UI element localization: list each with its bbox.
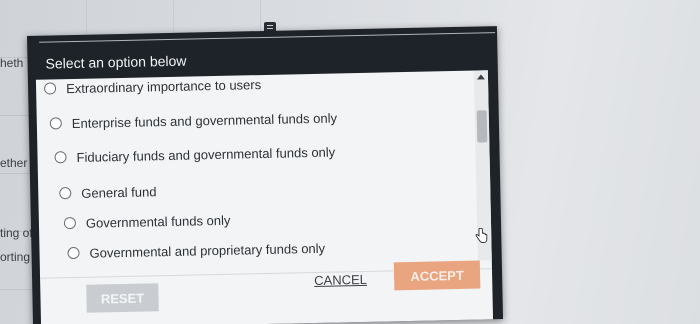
radio-icon[interactable] xyxy=(59,187,72,200)
cancel-button[interactable]: CANCEL xyxy=(310,267,371,292)
option-label: Fiduciary funds and governmental funds o… xyxy=(76,144,336,165)
hand-cursor-icon xyxy=(475,228,488,243)
background-text-fragment: ether xyxy=(0,156,28,170)
option-label: Extraordinary importance to users xyxy=(65,76,262,96)
radio-icon[interactable] xyxy=(63,216,77,230)
dialog-top-divider xyxy=(39,32,496,43)
dialog-body: Extraordinary importance to users Enterp… xyxy=(35,70,494,324)
option-label: Governmental funds only xyxy=(85,212,231,231)
background-text-fragment: ting of xyxy=(0,226,33,240)
scroll-up-icon[interactable] xyxy=(476,74,486,80)
option-label: Enterprise funds and governmental funds … xyxy=(71,109,338,131)
option-item[interactable]: Fiduciary funds and governmental funds o… xyxy=(54,142,335,168)
options-list: Extraordinary importance to users Enterp… xyxy=(36,71,478,270)
radio-icon[interactable] xyxy=(49,117,62,130)
option-dialog: Select an option below Extraordinary imp… xyxy=(26,26,504,324)
option-item[interactable]: General fund xyxy=(59,181,157,203)
background-text-fragment: heth xyxy=(0,56,24,70)
option-label: General fund xyxy=(81,183,157,201)
radio-icon[interactable] xyxy=(67,246,80,260)
option-item[interactable]: Extraordinary importance to users xyxy=(43,74,262,99)
accept-button[interactable]: ACCEPT xyxy=(393,260,481,291)
scroll-thumb[interactable] xyxy=(476,110,488,143)
option-label: Governmental and proprietary funds only xyxy=(89,240,326,261)
radio-icon[interactable] xyxy=(54,151,67,164)
reset-button[interactable]: RESET xyxy=(86,283,159,313)
option-item[interactable]: Enterprise funds and governmental funds … xyxy=(49,107,338,133)
option-item[interactable]: Governmental funds only xyxy=(63,210,231,233)
dialog-title: Select an option below xyxy=(45,52,187,72)
option-item[interactable]: Governmental and proprietary funds only xyxy=(67,238,325,263)
background-text-fragment: orting xyxy=(0,250,31,264)
radio-icon[interactable] xyxy=(43,82,57,95)
